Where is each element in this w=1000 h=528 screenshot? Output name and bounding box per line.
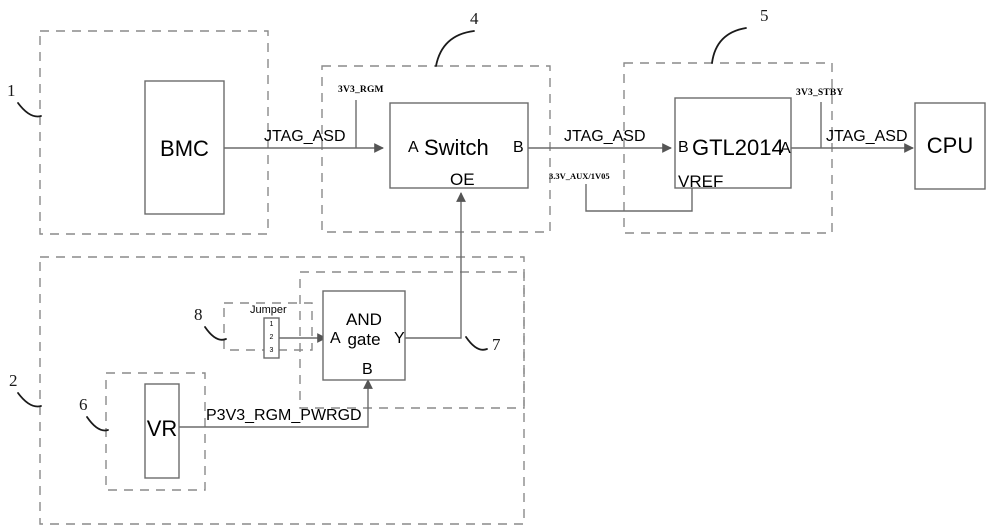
net-label-jtag-switch-gtl: JTAG_ASD [564,128,646,145]
callout-number-2: 2 [9,371,18,390]
callout-number-7: 7 [492,335,501,354]
jumper-pin-3-label: 3 [269,347,274,354]
rail-label-3v3-stby: 3V3_STBY [796,88,844,98]
rail-label-3v3-rgm: 3V3_RGM [338,85,384,95]
and-gate-label-line2: gate [347,330,381,349]
callout-number-1: 1 [7,81,16,100]
component-boxes-layer [144,80,986,479]
net-label-jtag-gtl-cpu: JTAG_ASD [826,128,908,145]
callout-number-4: 4 [470,9,479,28]
bmc-label: BMC [160,136,209,161]
block-diagram: BMC Switch A B OE GTL2014 B A VREF CPU A… [0,0,1000,528]
switch-pin-b-label: B [513,139,524,156]
switch-pin-a-label: A [408,139,419,156]
jumper-pin-1-label: 1 [269,321,274,328]
vr-label: VR [146,416,178,441]
switch-label: Switch [424,135,489,160]
callout-number-6: 6 [79,395,88,414]
callout-number-5: 5 [760,6,769,25]
and-gate-label-line1: AND [346,310,382,329]
callout-number-8: 8 [194,305,203,324]
gtl2014-pin-b-label: B [678,139,689,156]
and-gate-pin-b-label: B [362,361,373,378]
rail-label-3p3v-aux: 3.3V_AUX/1V05 [549,171,610,181]
switch-pin-oe-label: OE [450,170,475,189]
cpu-label: CPU [926,133,974,158]
gtl2014-label: GTL2014 [692,135,784,160]
and-gate-pin-y-label: Y [394,330,405,347]
and-gate-pin-a-label: A [330,330,341,347]
jumper-title-label: Jumper [250,304,287,316]
gtl2014-pin-vref-label: VREF [678,172,724,191]
gtl2014-pin-a-label: A [780,140,791,157]
net-label-jtag-bmc-switch: JTAG_ASD [264,128,346,145]
net-label-pwrgd: P3V3_RGM_PWRGD [206,407,362,424]
jumper-pin-2-label: 2 [269,334,274,341]
